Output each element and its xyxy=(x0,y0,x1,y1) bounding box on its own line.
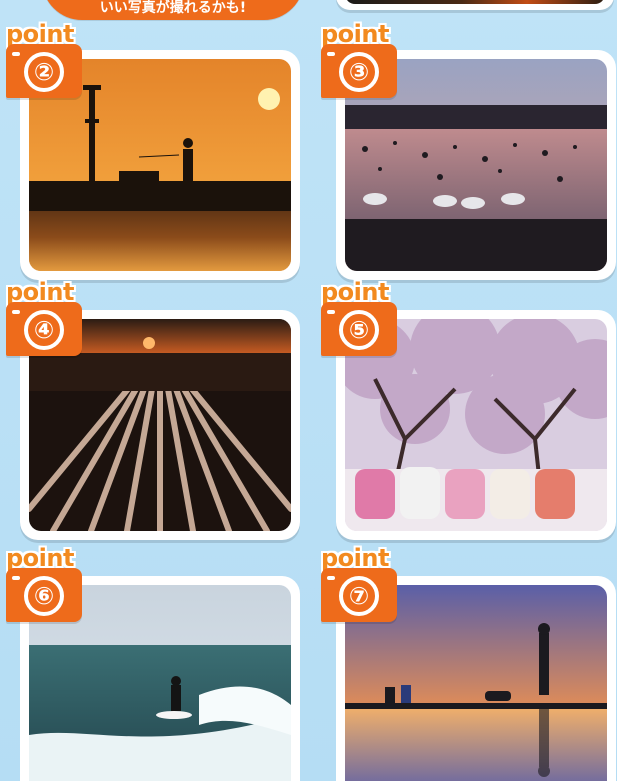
photo-card-1-partial xyxy=(336,0,614,10)
point-label: point xyxy=(6,20,74,48)
tip-callout: いい写真が撮れるかも! xyxy=(42,0,304,20)
point-dash xyxy=(12,52,20,56)
point-label: point xyxy=(321,278,389,306)
point-label: point xyxy=(6,278,74,306)
point-dash xyxy=(327,310,335,314)
point-number: ④ xyxy=(24,310,64,350)
point-number-box: ④ xyxy=(6,302,82,356)
point-badge-4: point ④ xyxy=(6,280,84,358)
point-number: ② xyxy=(24,52,64,92)
point-dash xyxy=(327,52,335,56)
point-dash xyxy=(12,576,20,580)
point-label: point xyxy=(321,544,389,572)
point-badge-3: point ③ xyxy=(321,22,399,100)
point-number-box: ⑦ xyxy=(321,568,397,622)
point-number: ⑥ xyxy=(24,576,64,616)
point-number: ⑤ xyxy=(339,310,379,350)
point-label: point xyxy=(321,20,389,48)
point-number-box: ⑤ xyxy=(321,302,397,356)
point-badge-6: point ⑥ xyxy=(6,546,84,624)
page: いい写真が撮れるかも! point ② point ③ point ④ poin… xyxy=(0,0,617,781)
point-number-box: ② xyxy=(6,44,82,98)
point-number: ⑦ xyxy=(339,576,379,616)
point-label: point xyxy=(6,544,74,572)
point-dash xyxy=(12,310,20,314)
callout-text: いい写真が撮れるかも! xyxy=(99,0,247,16)
point-number-box: ⑥ xyxy=(6,568,82,622)
point-number-box: ③ xyxy=(321,44,397,98)
photo-1-partial xyxy=(345,0,605,4)
point-dash xyxy=(327,576,335,580)
point-badge-5: point ⑤ xyxy=(321,280,399,358)
point-badge-7: point ⑦ xyxy=(321,546,399,624)
point-number: ③ xyxy=(339,52,379,92)
point-badge-2: point ② xyxy=(6,22,84,100)
